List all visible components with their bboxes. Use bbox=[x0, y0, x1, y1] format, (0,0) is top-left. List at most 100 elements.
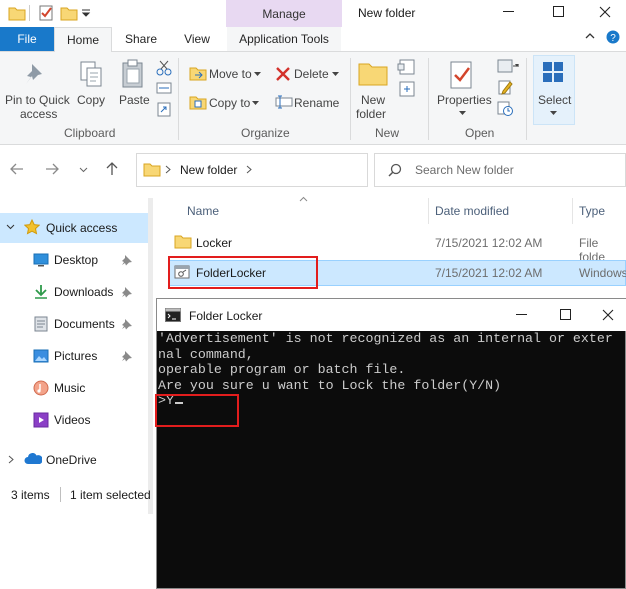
properties-button[interactable]: Properties bbox=[437, 93, 492, 107]
videos-icon bbox=[33, 412, 49, 428]
new-folder-qat-icon[interactable] bbox=[60, 5, 78, 21]
collapse-ribbon-icon[interactable] bbox=[585, 32, 595, 40]
breadcrumb-chevron-icon[interactable] bbox=[246, 165, 252, 174]
copy-icon bbox=[79, 60, 103, 88]
nav-label: Downloads bbox=[54, 285, 114, 299]
back-icon[interactable] bbox=[10, 163, 24, 175]
table-row[interactable] bbox=[168, 230, 626, 256]
new-folder-icon bbox=[358, 60, 388, 86]
copy-button[interactable]: Copy bbox=[77, 93, 105, 107]
ribbon-separator bbox=[350, 58, 351, 140]
maximize-button[interactable] bbox=[539, 0, 579, 24]
folder-icon bbox=[174, 234, 192, 249]
manage-context-tab[interactable]: Manage bbox=[226, 0, 342, 27]
maximize-icon bbox=[553, 6, 564, 17]
column-header-date[interactable]: Date modified bbox=[435, 204, 509, 218]
minimize-icon bbox=[516, 314, 527, 315]
sort-ascending-icon bbox=[299, 196, 308, 202]
chevron-down-icon bbox=[459, 111, 466, 115]
easy-access-icon[interactable] bbox=[397, 80, 419, 98]
ribbon-separator bbox=[526, 58, 527, 140]
tab-file[interactable]: File bbox=[0, 27, 54, 51]
pin-icon[interactable] bbox=[121, 254, 133, 266]
nav-label: OneDrive bbox=[46, 453, 97, 467]
tab-share[interactable]: Share bbox=[116, 27, 166, 51]
tab-view[interactable]: View bbox=[172, 27, 222, 51]
console-line: nal command, bbox=[158, 346, 254, 362]
console-maximize-button[interactable] bbox=[546, 299, 586, 331]
expand-chevron-icon[interactable] bbox=[8, 455, 14, 464]
status-selection: 1 item selected bbox=[70, 488, 151, 502]
highlight-box bbox=[168, 256, 318, 289]
breadcrumb-current[interactable]: New folder bbox=[180, 163, 237, 177]
pin-icon[interactable] bbox=[121, 350, 133, 362]
search-icon bbox=[388, 163, 402, 177]
delete-button[interactable]: Delete bbox=[294, 67, 329, 81]
nav-label: Desktop bbox=[54, 253, 99, 267]
pin-icon[interactable] bbox=[121, 286, 133, 298]
ribbon-separator bbox=[178, 58, 179, 140]
clipboard-group-label: Clipboard bbox=[64, 126, 116, 140]
tab-home[interactable]: Home bbox=[54, 27, 112, 53]
expand-chevron-icon[interactable] bbox=[6, 224, 15, 230]
properties-qat-icon[interactable] bbox=[38, 4, 54, 21]
rename-button[interactable]: Rename bbox=[294, 96, 339, 110]
minimize-button[interactable] bbox=[489, 0, 529, 24]
new-item-icon[interactable] bbox=[397, 58, 419, 78]
column-divider[interactable] bbox=[428, 198, 429, 224]
column-header-name[interactable]: Name bbox=[187, 204, 219, 218]
history-icon[interactable] bbox=[497, 100, 513, 116]
console-title: Folder Locker bbox=[189, 309, 263, 323]
console-minimize-button[interactable] bbox=[502, 299, 542, 331]
paste-button[interactable]: Paste bbox=[119, 93, 150, 107]
close-button[interactable] bbox=[585, 0, 625, 24]
up-icon[interactable] bbox=[106, 162, 118, 176]
edit-icon[interactable] bbox=[497, 79, 513, 95]
tab-application-tools[interactable]: Application Tools bbox=[227, 27, 341, 51]
console-line: operable program or batch file. bbox=[158, 362, 406, 378]
console-line: Are you sure u want to Lock the folder(Y… bbox=[158, 377, 502, 393]
help-icon[interactable]: ? bbox=[606, 30, 620, 44]
pin-icon[interactable] bbox=[121, 318, 133, 330]
nav-scrollbar[interactable] bbox=[148, 198, 153, 514]
forward-icon[interactable] bbox=[45, 163, 59, 175]
open-icon[interactable] bbox=[497, 58, 521, 74]
copy-path-icon[interactable] bbox=[156, 81, 172, 95]
console-close-button[interactable] bbox=[588, 299, 626, 331]
new-group-label: New bbox=[375, 126, 400, 140]
chevron-down-icon bbox=[252, 101, 259, 105]
star-icon bbox=[24, 219, 40, 235]
download-icon bbox=[34, 284, 48, 300]
file-type: Windows bbox=[579, 266, 626, 280]
file-name: Locker bbox=[196, 236, 233, 250]
close-icon bbox=[599, 6, 611, 18]
file-date: 7/15/2021 12:02 AM bbox=[435, 266, 543, 280]
new-folder-button[interactable]: New bbox=[361, 93, 385, 107]
delete-icon bbox=[275, 66, 291, 82]
close-icon bbox=[602, 309, 614, 321]
pin-to-quick-access-label: access bbox=[20, 107, 58, 121]
nav-label: Pictures bbox=[54, 349, 98, 363]
pin-icon bbox=[24, 62, 48, 88]
select-label: Select bbox=[538, 93, 572, 107]
documents-icon bbox=[34, 316, 48, 332]
pin-to-quick-access-button[interactable]: Pin to Quick bbox=[5, 93, 70, 107]
file-date: 7/15/2021 12:02 AM bbox=[435, 236, 543, 250]
rename-icon bbox=[275, 95, 293, 109]
organize-group-label: Organize bbox=[241, 126, 290, 140]
recent-locations-icon[interactable] bbox=[79, 167, 88, 173]
chevron-down-icon bbox=[332, 72, 339, 76]
customize-qat-icon[interactable] bbox=[82, 9, 91, 17]
maximize-icon bbox=[560, 309, 571, 320]
move-to-button[interactable]: Move to bbox=[209, 67, 252, 81]
column-header-type[interactable]: Type bbox=[579, 204, 605, 218]
status-divider bbox=[60, 487, 61, 502]
cut-icon[interactable] bbox=[156, 60, 172, 76]
paste-shortcut-icon[interactable] bbox=[156, 101, 172, 117]
ribbon-separator bbox=[428, 58, 429, 140]
column-divider[interactable] bbox=[572, 198, 573, 224]
status-item-count: 3 items bbox=[11, 488, 50, 502]
svg-text:?: ? bbox=[610, 33, 616, 44]
copy-to-button[interactable]: Copy to bbox=[209, 96, 250, 110]
search-input[interactable]: Search New folder bbox=[415, 163, 514, 177]
